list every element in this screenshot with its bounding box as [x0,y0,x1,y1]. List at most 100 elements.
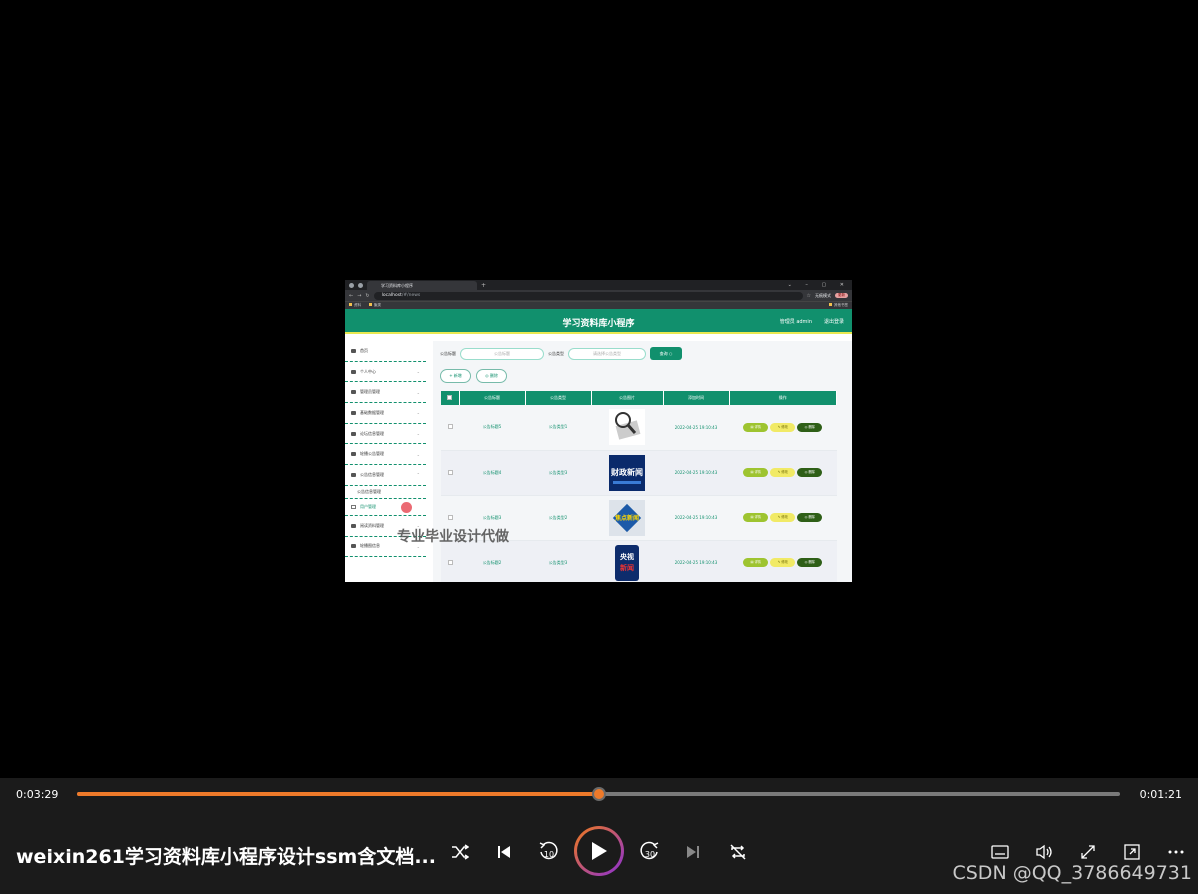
other-bookmarks[interactable]: 其他书签 [829,303,848,308]
forward-icon[interactable]: → [357,293,361,299]
cell-time: 2022-04-25 19:10:43 [663,405,729,451]
sidebar-item-home[interactable]: 首页 [345,341,426,362]
edit-button[interactable]: ✎ 修改 [770,558,796,567]
sidebar-item-label: 管理员管理 [360,389,380,395]
table-row: 公告标题4 公告类型3 财政新闻 2022-04-25 19:10:43 ▤ 详… [441,450,837,496]
subtitles-icon[interactable] [990,842,1010,862]
browser-tab[interactable]: 学习资料库小程序 [367,280,477,290]
reload-icon[interactable]: ↻ [365,293,369,299]
sidebar-item-label: 轮播图信息 [360,543,380,549]
cell-title: 公告标题2 [459,540,525,582]
thumb-text: 焦点新闻 [614,514,639,522]
play-button-inner [577,829,621,873]
chevron-down-icon: ⌄ [416,369,420,375]
star-icon[interactable]: ☆ [807,293,811,299]
app-title: 学习资料库小程序 [562,319,635,329]
sidebar-item-carousel-notice[interactable]: 轮播公告管理 ⌄ [345,444,426,466]
view-button[interactable]: ▤ 详情 [743,513,769,522]
cell-type: 公告类型2 [525,495,591,541]
forward-30-icon[interactable]: 30 [639,840,661,862]
delete-button[interactable]: ◎ 删除 [797,468,823,477]
table-row: 公告标题5 公告类型1 2022-04-25 19:10:43 ▤ 详情 ✎ 修… [441,405,837,451]
column-header: 操作 [729,391,837,405]
sidebar-item-forum[interactable]: 论坛信息管理 ⌄ [345,424,426,445]
window-controls[interactable]: ⌄ – ▢ ✕ [788,282,852,288]
seek-handle[interactable] [591,787,606,801]
video-watermark: 专业毕业设计代做 [397,529,509,545]
delete-button[interactable]: ◎ 删除 [797,558,823,567]
cell-time: 2022-04-25 19:10:43 [663,450,729,496]
table-header-row: 公告标题 公告类型 公告图片 添加时间 操作 [441,391,837,405]
thumb-text: 财政新闻 [610,467,643,477]
fullscreen-icon[interactable] [1078,842,1098,862]
title-filter-input[interactable]: 公告标题 [460,347,544,360]
browser-urlbar: ← → ↻ localhost/#/news ☆ 无痕模式 更新 [345,290,852,301]
sidebar-item-label: 基础数据管理 [360,409,384,415]
sidebar-item-label: 轮播公告管理 [360,451,384,457]
address-bar[interactable]: localhost/#/news [373,291,803,300]
edit-button[interactable]: ✎ 修改 [770,468,796,477]
delete-button[interactable]: ◎ 删除 [797,422,823,432]
row-checkbox[interactable] [441,540,459,582]
delete-button[interactable]: ◎ 删除 [797,513,823,522]
add-button[interactable]: + 新增 [440,369,471,383]
view-button[interactable]: ▤ 详情 [743,422,769,432]
player-controls: 0:03:29 0:01:21 weixin261学习资料库小程序设计ssm含文… [0,778,1198,894]
logout-link[interactable]: 退出登录 [824,318,844,325]
cell-type: 公告类型1 [525,405,591,451]
row-checkbox[interactable] [441,405,459,451]
thumb-text: 新闻 [620,563,634,572]
rewind-10-icon[interactable]: 10 [537,840,559,862]
query-button[interactable]: 查询 ○ [650,347,682,360]
sidebar-item-label: 公告信息管理 [360,471,384,477]
next-icon[interactable] [683,842,703,862]
row-checkbox[interactable] [441,450,459,496]
play-icon [592,842,607,860]
sidebar-subitem-notice[interactable]: 公告信息管理 [345,486,426,499]
sidebar-subitem-users[interactable]: 用户管理 [345,499,426,516]
cell-image: 财政新闻 [591,450,663,496]
sidebar-item-basedata[interactable]: 基础数据管理 ⌄ [345,403,426,424]
volume-icon[interactable] [1034,842,1054,862]
user-icon [351,369,356,374]
view-button[interactable]: ▤ 详情 [743,558,769,567]
previous-icon[interactable] [494,842,514,862]
repeat-off-icon[interactable] [728,842,748,862]
image-icon [351,544,356,549]
thumb-text: 央视 [620,552,634,561]
more-options-icon[interactable] [1166,842,1186,862]
back-icon[interactable]: ← [349,293,353,299]
view-button[interactable]: ▤ 详情 [743,468,769,477]
update-badge[interactable]: 更新 [835,293,848,298]
bookmark-item[interactable]: 资料 [349,303,361,308]
cell-title: 公告标题5 [459,405,525,451]
bookmark-item[interactable]: 聚类 [369,303,381,308]
url-path: /#/news [401,292,421,298]
batch-delete-button[interactable]: ◎ 删除 [476,369,507,383]
mini-player-icon[interactable] [1122,842,1142,862]
column-header: 公告类型 [525,391,592,405]
seek-progress [77,792,599,796]
shuffle-icon[interactable] [450,842,470,862]
chevron-down-icon: ⌄ [416,451,420,457]
edit-button[interactable]: ✎ 修改 [770,513,796,522]
play-button[interactable] [574,826,624,876]
remaining-time: 0:01:21 [1139,788,1182,801]
chevron-down-icon: ⌄ [416,389,420,395]
video-title: weixin261学习资料库小程序设计ssm含文档... [16,846,436,868]
focus-news-thumb: 焦点新闻 [609,499,645,536]
elapsed-time: 0:03:29 [16,788,59,801]
data-icon [351,410,356,415]
seek-bar[interactable] [77,787,1120,801]
user-label: 管理员 admin [779,319,812,325]
sidebar-item-profile[interactable]: 个人中心 ⌄ [345,362,426,383]
select-all-checkbox[interactable] [441,391,460,405]
cell-type: 公告类型3 [525,450,591,496]
sidebar-item-admin[interactable]: 管理员管理 ⌄ [345,382,426,404]
title-filter-label: 公告标题 [440,350,456,356]
sidebar-item-notice[interactable]: 公告信息管理 ⌃ [345,465,426,486]
new-tab-icon[interactable]: + [481,282,486,289]
type-filter-select[interactable]: 请选择公告类型 [568,347,646,360]
edit-button[interactable]: ✎ 修改 [770,422,796,432]
sidebar-item-label: 论坛信息管理 [360,430,384,436]
